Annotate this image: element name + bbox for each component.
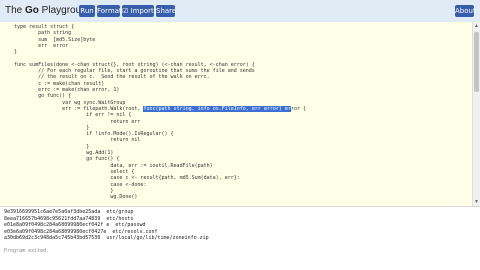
- code-line[interactable]: err error: [14, 43, 68, 50]
- code-text: return err: [14, 118, 141, 125]
- code-line[interactable]: wg.Done(): [14, 194, 137, 201]
- format-button[interactable]: Format: [97, 5, 122, 17]
- code-text: err error: [14, 42, 69, 49]
- code-text-after-selection: ror {: [290, 105, 307, 112]
- code-text: wg.Done(): [14, 194, 138, 201]
- title-prefix: The: [5, 5, 26, 16]
- code-text: sum [md5.Size]byte: [14, 36, 96, 43]
- title-go: Go: [25, 5, 39, 16]
- share-button[interactable]: Share: [156, 5, 176, 17]
- scroll-up-arrow-icon[interactable]: ▲: [473, 22, 480, 30]
- scroll-thumb[interactable]: [474, 32, 479, 92]
- code-text: case <-done:: [14, 181, 147, 188]
- editor-scrollbar[interactable]: ▲ ▼: [472, 22, 480, 206]
- code-text: select {: [14, 168, 135, 175]
- code-text: // the result on c. Send the result of t…: [14, 74, 210, 81]
- code-text: if !info.Mode().IsRegular() {: [14, 131, 174, 138]
- code-text: var wg sync.WaitGroup: [14, 99, 126, 106]
- code-text: }: [14, 49, 18, 56]
- code-editor[interactable]: type result struct { path string sum [md…: [0, 22, 472, 206]
- output-line: a30db69d2c3c948da5c745b43bd57530 usr/loc…: [4, 235, 209, 241]
- code-text: errc := make(chan error, 1): [14, 87, 120, 93]
- code-text: }: [14, 124, 90, 131]
- scroll-down-arrow-icon[interactable]: ▼: [473, 198, 480, 206]
- about-button[interactable]: About: [455, 5, 476, 17]
- code-text: err := filepath.Walk(root,: [14, 105, 144, 112]
- code-text: go func() {: [14, 156, 120, 163]
- code-text: func sumFiles(done <-chan struct{}, root…: [14, 61, 255, 68]
- code-line[interactable]: }: [14, 49, 17, 56]
- code-text: data, err := ioutil.ReadFile(path): [14, 162, 213, 169]
- run-button[interactable]: Run: [79, 5, 95, 17]
- code-text: if err != nil {: [14, 112, 132, 119]
- code-text: }: [14, 143, 90, 150]
- code-text: // For each regular file, start a gorout…: [14, 68, 255, 75]
- code-text: return nil: [14, 137, 141, 144]
- code-text: path string: [14, 30, 72, 37]
- code-text: go func() {: [14, 93, 72, 100]
- code-text: type result struct {: [14, 24, 75, 30]
- code-text: wg.Add(1): [14, 150, 114, 156]
- program-exited-message: Program exited.: [4, 247, 50, 254]
- selected-code-text: func(path string, info os.FileInfo, err …: [143, 105, 291, 112]
- program-output: 9e3916699951c6ae7e5a0af3dbe25ada etc/gro…: [0, 207, 480, 270]
- top-bar: The Go Playground Run Format ☑ Imports S…: [0, 0, 480, 22]
- imports-checkbox-button[interactable]: ☑ Imports: [122, 5, 157, 17]
- code-text: case c <- result{path, md5.Sum(data), er…: [14, 175, 240, 182]
- code-text: c := make(chan result): [14, 80, 105, 87]
- code-text: }: [14, 187, 114, 194]
